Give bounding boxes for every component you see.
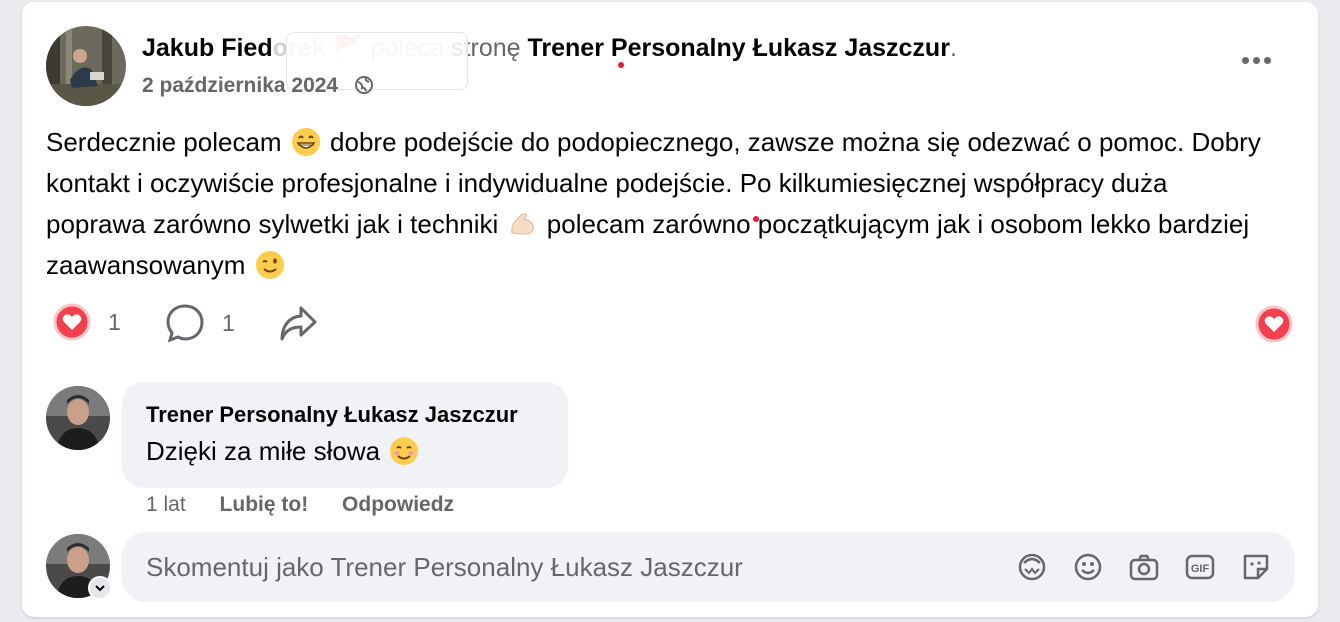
comment-input[interactable]	[122, 532, 982, 602]
comment-text-body: Dzięki za miłe słowa	[146, 436, 381, 466]
comment-bubble: Trener Personalny Łukasz Jaszczur Dzięki…	[122, 382, 568, 488]
reaction-button[interactable]: 1	[52, 302, 121, 342]
cursor-marker	[618, 62, 624, 68]
more-dot	[1241, 56, 1249, 64]
post-text-part-1: Serdecznie polecam	[46, 127, 282, 157]
gif-icon[interactable]: GIF	[1184, 551, 1216, 583]
post-timestamp[interactable]: 2 października 2024	[142, 72, 374, 103]
smiling-face-emoji-icon	[390, 437, 419, 465]
svg-text:GIF: GIF	[1191, 563, 1210, 575]
cursor-marker	[753, 216, 759, 222]
post-text: Serdecznie polecam dobre podejście do po…	[46, 122, 1266, 286]
more-dot	[1263, 56, 1271, 64]
emoji-icon[interactable]	[1072, 551, 1104, 583]
comments-count: 1	[222, 309, 235, 336]
post-date[interactable]: 2 października 2024	[142, 74, 338, 97]
profile-switch-chevron-icon[interactable]	[88, 576, 112, 600]
more-options-button[interactable]	[1236, 40, 1276, 80]
comment-reply-button[interactable]: Odpowiedz	[342, 493, 454, 516]
comment-text: Dzięki za miłe słowa	[146, 436, 421, 467]
winking-face-emoji-icon	[255, 251, 284, 279]
camera-icon[interactable]	[1128, 551, 1160, 583]
commenter-avatar[interactable]	[46, 386, 110, 450]
globe-icon	[354, 75, 374, 103]
page-reaction-heart-icon[interactable]	[1254, 304, 1294, 349]
more-dot	[1252, 56, 1260, 64]
comment-composer: GIF	[122, 532, 1294, 602]
grinning-face-emoji-icon	[291, 128, 320, 156]
post-card: Jakub Fiedorek 🚩 poleca stronę Trener Pe…	[22, 2, 1318, 617]
sticker-icon[interactable]	[1240, 551, 1272, 583]
post-header: Jakub Fiedorek 🚩 poleca stronę Trener Pe…	[142, 32, 957, 64]
share-arrow-icon	[280, 306, 317, 341]
comment-meta: 1 lat Lubię to! Odpowiedz	[146, 493, 482, 517]
comment-bubble-icon	[166, 304, 204, 343]
comment-button[interactable]: 1	[164, 302, 235, 344]
share-button[interactable]	[277, 302, 319, 344]
reactions-count: 1	[108, 308, 121, 335]
page-name-link[interactable]: Trener Personalny Łukasz Jaszczur	[528, 34, 950, 62]
author-avatar[interactable]	[46, 26, 126, 106]
composer-icons: GIF	[1016, 551, 1272, 583]
author-name[interactable]: Jakub Fied	[142, 34, 273, 62]
comment-age[interactable]: 1 lat	[146, 493, 186, 516]
header-period: .	[949, 34, 957, 62]
heart-reaction-icon	[53, 303, 91, 341]
avatar-sticker-icon[interactable]	[1016, 551, 1048, 583]
flexed-biceps-emoji-icon	[510, 213, 534, 235]
comment-author[interactable]: Trener Personalny Łukasz Jaszczur	[146, 402, 518, 428]
comment-like-button[interactable]: Lubię to!	[220, 493, 309, 516]
